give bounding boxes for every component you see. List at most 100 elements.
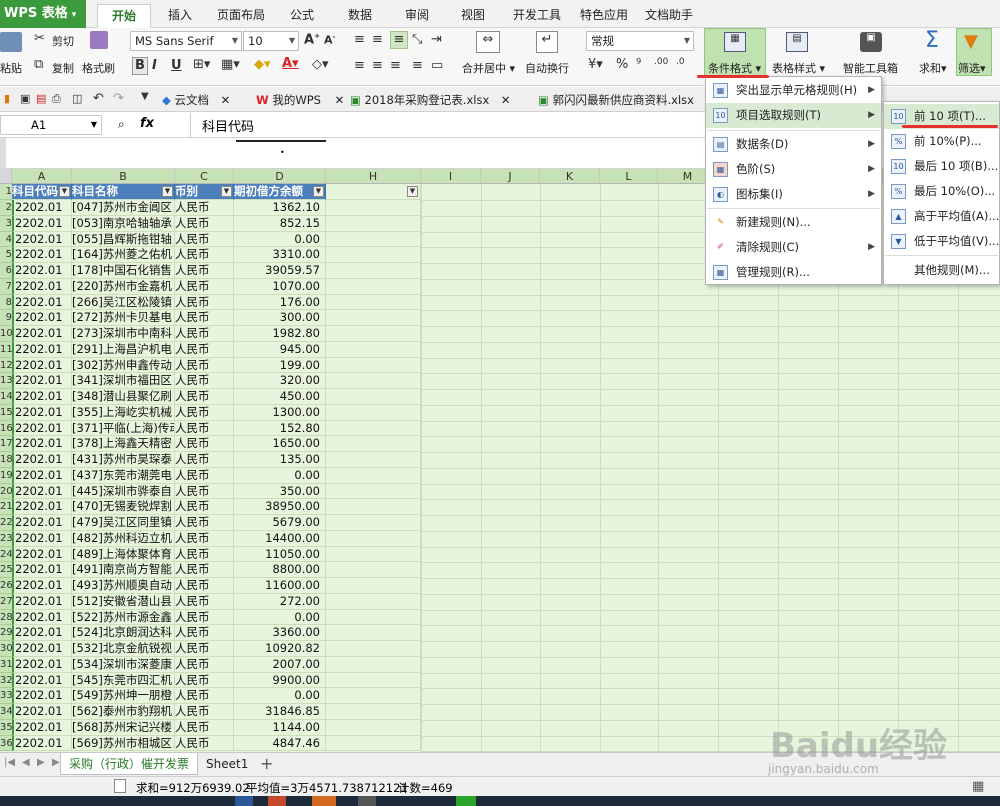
taskbar-app-icon[interactable] <box>268 796 286 806</box>
table-cell-empty[interactable] <box>326 263 421 279</box>
orientation-icon[interactable]: ⤡ <box>412 32 422 47</box>
table-cell-cur[interactable]: 人民币 <box>175 672 234 689</box>
row-header[interactable]: 26 <box>0 578 12 594</box>
decrease-decimal-icon[interactable]: .0 <box>676 57 685 67</box>
table-cell-name[interactable]: [482]苏州科迈立机 <box>72 530 175 547</box>
formula-input[interactable]: 科目代码 <box>202 116 254 135</box>
table-cell-code[interactable]: 2202.01 <box>12 704 72 720</box>
table-cell-amt[interactable]: 4847.46 <box>234 735 326 752</box>
table-cell-name[interactable]: [164]苏州菱之佑机 <box>72 247 175 263</box>
filter-dropdown-icon[interactable]: ▼ <box>313 186 324 197</box>
table-cell-name[interactable]: [047]苏州市金阊区 <box>72 200 175 216</box>
table-cell-code[interactable]: 2202.01 <box>12 373 72 389</box>
table-cell-amt[interactable]: 945.00 <box>234 341 326 358</box>
table-cell-amt[interactable]: 3360.00 <box>234 625 326 641</box>
table-cell-name[interactable]: [479]吴江区同里镇 <box>72 515 175 531</box>
table-cell-amt[interactable]: 0.00 <box>234 231 326 248</box>
table-cell-cur[interactable]: 人民币 <box>175 231 234 248</box>
select-all-corner[interactable] <box>0 169 12 184</box>
row-header[interactable]: 20 <box>0 483 12 500</box>
table-cell-cur[interactable]: 人民币 <box>175 404 234 421</box>
column-header-j[interactable]: J <box>481 169 540 184</box>
table-cell-cur[interactable]: 人民币 <box>175 499 234 515</box>
currency-icon[interactable]: ¥▾ <box>588 57 603 72</box>
menu-item-color-scales[interactable]: ▦ 色阶(S) ▶ <box>706 157 881 182</box>
table-cell-empty[interactable] <box>326 546 421 563</box>
sum-button[interactable]: 求和▾ <box>919 60 947 76</box>
table-cell-name[interactable]: [341]深圳市福田区 <box>72 373 175 389</box>
table-cell-amt[interactable]: 1982.80 <box>234 326 326 342</box>
underline-icon[interactable]: U <box>171 58 182 73</box>
table-cell-code[interactable]: 2202.01 <box>12 609 72 626</box>
table-cell-code[interactable]: 2202.01 <box>12 215 72 232</box>
table-cell-empty[interactable] <box>326 341 421 358</box>
row-header[interactable]: 8 <box>0 294 12 311</box>
table-cell-cur[interactable]: 人民币 <box>175 735 234 752</box>
folder-icon[interactable]: ▮ <box>4 92 10 105</box>
table-cell-cur[interactable]: 人民币 <box>175 530 234 547</box>
menu-item-manage-rules[interactable]: ▦ 管理规则(R)... <box>706 260 881 285</box>
table-cell-code[interactable]: 2202.01 <box>12 735 72 752</box>
close-icon[interactable]: ✕ <box>221 93 231 107</box>
row-header[interactable]: 31 <box>0 656 12 673</box>
taskbar-app-icon[interactable] <box>235 796 253 806</box>
align-top-icon[interactable]: ≡ <box>354 32 365 47</box>
table-cell-amt[interactable]: 1650.00 <box>234 436 326 452</box>
table-cell-amt[interactable]: 1300.00 <box>234 404 326 421</box>
table-cell-empty[interactable] <box>326 467 421 484</box>
column-header-c[interactable]: C <box>175 169 234 184</box>
table-cell-cur[interactable]: 人民币 <box>175 593 234 610</box>
table-cell-name[interactable]: [522]苏州市源金鑫 <box>72 609 175 626</box>
table-cell-amt[interactable]: 852.15 <box>234 215 326 232</box>
table-cell-code[interactable]: 2202.01 <box>12 357 72 374</box>
table-cell-code[interactable]: 2202.01 <box>12 688 72 704</box>
menu-item-highlight-rules[interactable]: ▦ 突出显示单元格规则(H) ▶ <box>706 78 881 103</box>
submenu-item-below-average[interactable]: ▼ 低于平均值(V)... <box>884 229 999 254</box>
table-cell-cur[interactable]: 人民币 <box>175 578 234 594</box>
table-cell-empty[interactable] <box>326 719 421 736</box>
table-cell-code[interactable]: 2202.01 <box>12 278 72 295</box>
table-cell-empty[interactable] <box>326 389 421 405</box>
table-cell-empty[interactable] <box>326 499 421 515</box>
view-normal-icon[interactable]: ▦ <box>972 779 984 794</box>
header-cell-h[interactable]: ▼ <box>326 184 421 200</box>
table-cell-amt[interactable]: 5679.00 <box>234 515 326 531</box>
table-cell-empty[interactable] <box>326 200 421 216</box>
font-grow-icon[interactable]: A+ <box>304 32 320 47</box>
tab-developer[interactable]: 开发工具 <box>508 4 566 28</box>
tab-view[interactable]: 视图 <box>456 4 490 28</box>
clear-format-icon[interactable]: ◇▾ <box>312 57 329 72</box>
column-header-l[interactable]: L <box>600 169 658 184</box>
copy-icon[interactable]: ⧉ <box>34 57 43 72</box>
table-cell-empty[interactable] <box>326 436 421 452</box>
table-cell-amt[interactable]: 0.00 <box>234 467 326 484</box>
table-cell-empty[interactable] <box>326 735 421 752</box>
table-cell-empty[interactable] <box>326 688 421 704</box>
table-cell-empty[interactable] <box>326 515 421 531</box>
number-format-select[interactable]: 常规 ▼ <box>586 31 694 51</box>
table-style-icon[interactable]: ▤ <box>786 32 808 52</box>
table-cell-cur[interactable]: 人民币 <box>175 467 234 484</box>
row-header[interactable]: 18 <box>0 452 12 468</box>
table-cell-cur[interactable]: 人民币 <box>175 357 234 374</box>
table-cell-name[interactable]: [437]东莞市潮莞电 <box>72 467 175 484</box>
merge-center-icon[interactable]: ⇔ <box>476 31 500 53</box>
pdf-icon[interactable]: ▤ <box>36 92 46 105</box>
undo-icon[interactable]: ↶ <box>93 91 104 106</box>
row-header[interactable]: 32 <box>0 672 12 689</box>
table-cell-amt[interactable]: 1362.10 <box>234 200 326 216</box>
menu-item-new-rule[interactable]: ✎ 新建规则(N)... <box>706 210 881 235</box>
table-cell-amt[interactable]: 11050.00 <box>234 546 326 563</box>
doc-tab-purchase-register[interactable]: ▣ 2018年采购登记表.xlsx ✕ <box>350 90 511 110</box>
table-cell-cur[interactable]: 人民币 <box>175 373 234 389</box>
table-cell-cur[interactable]: 人民币 <box>175 215 234 232</box>
close-icon[interactable]: ✕ <box>501 93 511 107</box>
table-cell-amt[interactable]: 31846.85 <box>234 704 326 720</box>
table-cell-cur[interactable]: 人民币 <box>175 515 234 531</box>
bold-icon[interactable]: B <box>132 57 148 75</box>
toolbox-icon[interactable]: ▣ <box>860 32 882 52</box>
table-cell-empty[interactable] <box>326 562 421 578</box>
row-header[interactable]: 15 <box>0 404 12 421</box>
table-cell-name[interactable]: [291]上海昌沪机电 <box>72 341 175 358</box>
table-cell-amt[interactable]: 10920.82 <box>234 641 326 657</box>
